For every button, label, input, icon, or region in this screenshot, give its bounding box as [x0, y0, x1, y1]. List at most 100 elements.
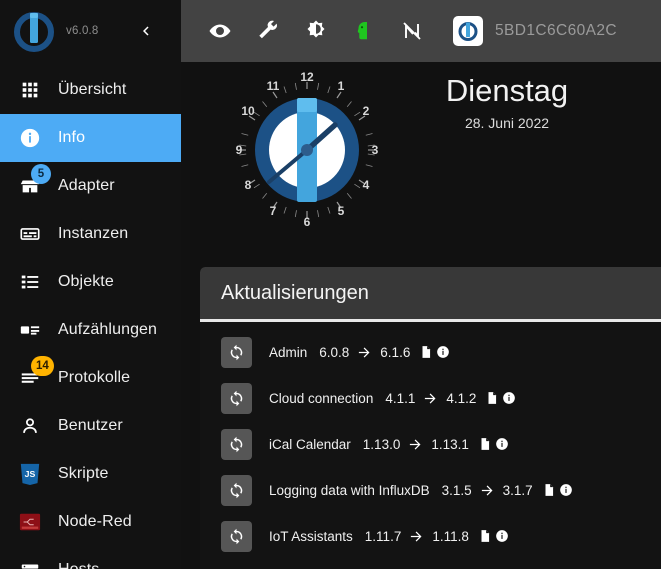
- version-from: 1.11.7: [364, 528, 402, 544]
- updates-card-header: Aktualisierungen: [200, 267, 661, 319]
- sidebar-item-label: Skripte: [58, 465, 109, 482]
- document-icon[interactable]: [419, 345, 433, 359]
- iobroker-clock-icon: 12 1 2 345 678 9 10 11: [227, 70, 387, 230]
- update-row-text: Admin 6.0.8 6.1.6: [269, 345, 450, 360]
- sidebar-item-label: Node-Red: [58, 513, 132, 530]
- weekday-label: Dienstag: [445, 73, 569, 108]
- sidebar-item-hosts[interactable]: Hosts: [0, 546, 181, 569]
- sidebar-item-label: Hosts: [58, 561, 99, 569]
- sidebar-nav: Übersicht Info 5 Adapter Instanzen Objek…: [0, 62, 181, 569]
- status-badge: 14: [31, 356, 54, 376]
- document-icon[interactable]: [542, 483, 556, 497]
- svg-text:5: 5: [338, 204, 345, 218]
- document-icon[interactable]: [478, 529, 492, 543]
- signal-off-icon[interactable]: [395, 14, 429, 48]
- adapter-name: IoT Assistants: [269, 528, 353, 544]
- sidebar: v6.0.8 Übersicht Info 5 Adapter Instanze…: [0, 0, 181, 569]
- info-icon[interactable]: [502, 391, 516, 405]
- sync-refresh-icon[interactable]: [221, 428, 252, 460]
- main-area: 5BD1C6C60A2C 12 1 2 3 4 5 6 7 8 9 10 11 …: [181, 0, 661, 569]
- version-to: 3.1.7: [502, 482, 533, 498]
- status-badge: 5: [31, 164, 51, 184]
- table-row[interactable]: Logging data with InfluxDB 3.1.5 3.1.7: [200, 467, 661, 513]
- version-to: 1.13.1: [431, 436, 469, 452]
- version-to: 6.1.6: [380, 344, 411, 360]
- date-label: 28. Juni 2022: [464, 115, 550, 131]
- update-row-text: Logging data with InfluxDB 3.1.5 3.1.7: [269, 483, 573, 498]
- iobroker-logo-icon: [453, 16, 483, 46]
- version-from: 1.13.0: [362, 436, 401, 452]
- art-track-icon: [18, 318, 42, 342]
- version-from: 4.1.1: [385, 390, 416, 406]
- table-row[interactable]: iCal Calendar 1.13.0 1.13.1: [200, 421, 661, 467]
- sidebar-item-instanzen[interactable]: Instanzen: [0, 210, 181, 258]
- sidebar-header: v6.0.8: [0, 0, 181, 62]
- updates-card: Aktualisierungen Admin 6.0.8 6.1.6 Cloud…: [200, 267, 661, 569]
- adapter-name: Admin: [269, 344, 308, 360]
- update-row-text: IoT Assistants 1.11.7 1.11.8: [269, 529, 509, 544]
- svg-text:JS: JS: [25, 469, 36, 479]
- version-label: v6.0.8: [66, 25, 99, 37]
- arrow-right-icon: [357, 345, 372, 360]
- apps-grid-icon: [18, 78, 42, 102]
- svg-text:10: 10: [241, 104, 255, 118]
- table-row[interactable]: IoT Assistants 1.11.7 1.11.8: [200, 513, 661, 559]
- adapter-name: iCal Calendar: [269, 436, 351, 452]
- eye-icon[interactable]: [203, 14, 237, 48]
- list-icon: [18, 270, 42, 294]
- svg-text:3: 3: [372, 143, 379, 157]
- update-row-text: iCal Calendar 1.13.0 1.13.1: [269, 437, 509, 452]
- content-scroll-area: 12 1 2 345 678 9 10 11 Dienstag 28. Juni…: [181, 62, 661, 569]
- sidebar-item-node-red[interactable]: Node-Red: [0, 498, 181, 546]
- version-from: 3.1.5: [441, 482, 472, 498]
- arrow-right-icon: [480, 483, 495, 498]
- version-from: 6.0.8: [319, 344, 350, 360]
- sync-refresh-icon[interactable]: [221, 474, 252, 506]
- info-circle-icon: [18, 126, 42, 150]
- document-icon[interactable]: [478, 437, 492, 451]
- sync-refresh-icon[interactable]: [221, 336, 252, 368]
- svg-text:1: 1: [338, 79, 345, 93]
- info-icon[interactable]: [495, 529, 509, 543]
- person-icon: [18, 414, 42, 438]
- svg-text:11: 11: [267, 79, 280, 93]
- sidebar-item-skripte[interactable]: JS Skripte: [0, 450, 181, 498]
- page-title: Aktualisierungen: [221, 281, 369, 304]
- sidebar-item-protokolle[interactable]: 14 Protokolle: [0, 354, 181, 402]
- hosts-icon: [18, 558, 42, 569]
- chevron-left-icon[interactable]: [135, 20, 157, 42]
- document-icon[interactable]: [485, 391, 499, 405]
- sync-refresh-icon[interactable]: [221, 520, 252, 552]
- sidebar-item-aufzaehlungen[interactable]: Aufzählungen: [0, 306, 181, 354]
- sidebar-item-adapter[interactable]: 5 Adapter: [0, 162, 181, 210]
- svg-text:6: 6: [304, 215, 311, 229]
- host-chip[interactable]: 5BD1C6C60A2C: [453, 16, 617, 46]
- table-row[interactable]: Admin 6.0.8 6.1.6: [200, 329, 661, 375]
- svg-text:4: 4: [363, 178, 370, 192]
- top-toolbar: 5BD1C6C60A2C: [181, 0, 661, 62]
- updates-list: Admin 6.0.8 6.1.6 Cloud connection 4.1.1…: [200, 322, 661, 569]
- sync-refresh-icon[interactable]: [221, 382, 252, 414]
- brightness-icon[interactable]: [299, 14, 333, 48]
- sidebar-item-benutzer[interactable]: Benutzer: [0, 402, 181, 450]
- version-to: 4.1.2: [446, 390, 477, 406]
- iobroker-logo-icon: [10, 7, 58, 55]
- green-head-icon[interactable]: [347, 14, 381, 48]
- info-icon[interactable]: [495, 437, 509, 451]
- sidebar-item-label: Info: [58, 129, 86, 146]
- arrow-right-icon: [423, 391, 438, 406]
- svg-text:12: 12: [300, 70, 314, 84]
- node-red-logo-icon: [18, 510, 42, 534]
- host-name-label: 5BD1C6C60A2C: [495, 22, 617, 39]
- info-icon[interactable]: [436, 345, 450, 359]
- sidebar-item-objekte[interactable]: Objekte: [0, 258, 181, 306]
- sidebar-item-uebersicht[interactable]: Übersicht: [0, 66, 181, 114]
- table-row[interactable]: Cloud connection 4.1.1 4.1.2: [200, 375, 661, 421]
- version-to: 1.11.8: [432, 528, 469, 544]
- sidebar-item-label: Übersicht: [58, 81, 127, 98]
- sidebar-item-info[interactable]: Info: [0, 114, 181, 162]
- arrow-right-icon: [408, 437, 423, 452]
- wrench-icon[interactable]: [251, 14, 285, 48]
- info-icon[interactable]: [559, 483, 573, 497]
- adapter-name: Logging data with InfluxDB: [269, 482, 430, 498]
